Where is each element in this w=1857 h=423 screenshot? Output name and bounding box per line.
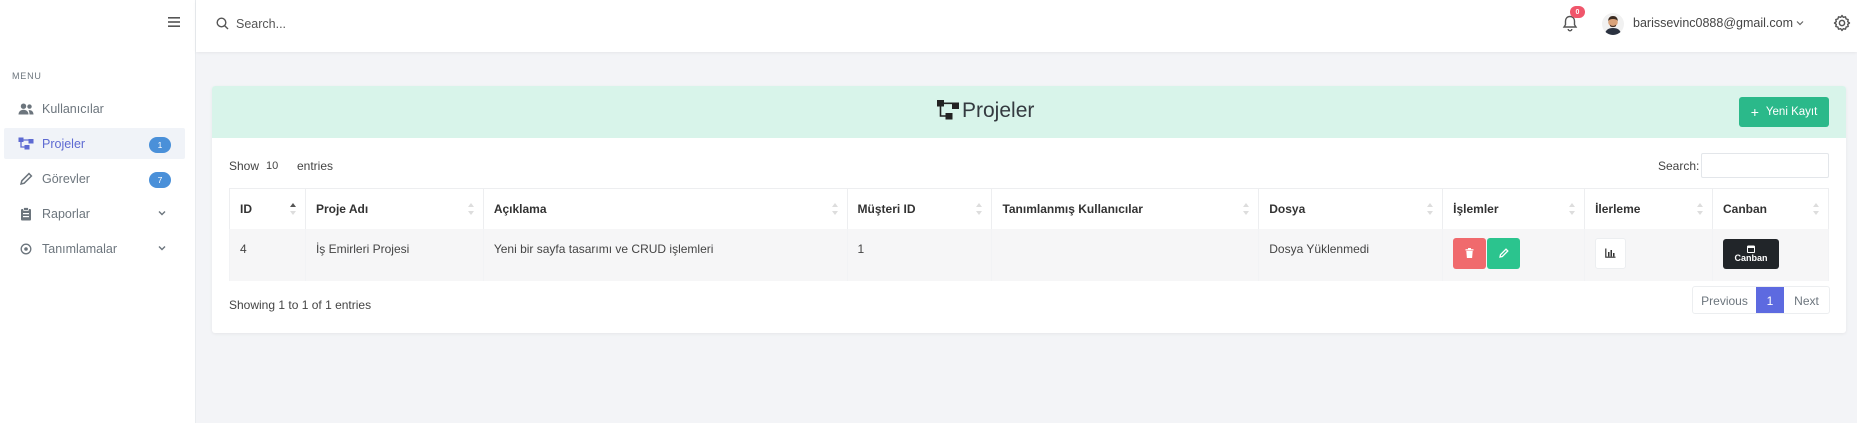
delete-button[interactable]: [1453, 237, 1487, 269]
plus-icon: +: [1750, 104, 1759, 120]
cell-assigned-users: [991, 228, 1260, 281]
table-row: 4 İş Emirleri Projesi Yeni bir sayfa tas…: [229, 228, 1830, 281]
cell-name: İş Emirleri Projesi: [304, 228, 484, 281]
sidebar-item-label: Raporlar: [42, 206, 90, 221]
page-title: Projeler: [962, 99, 1035, 122]
column-header-progress[interactable]: İlerleme: [1584, 188, 1713, 229]
hamburger-menu-icon[interactable]: [167, 15, 181, 29]
column-header-assigned-users[interactable]: Tanımlanmış Kullanıcılar: [991, 188, 1260, 229]
menu-title: MENU: [12, 71, 42, 81]
sidebar-item-projeler[interactable]: Projeler 1: [4, 128, 185, 159]
search-icon: [216, 17, 229, 30]
sitemap-icon: [937, 100, 959, 120]
sidebar-item-label: Projeler: [42, 136, 86, 151]
sidebar-item-gorevler[interactable]: Görevler 7: [4, 163, 185, 194]
cell-description: Yeni bir sayfa tasarımı ve CRUD işlemler…: [482, 228, 848, 281]
page-size-select[interactable]: 10: [260, 155, 292, 177]
sort-icon: [1427, 203, 1434, 215]
column-header-customer-id[interactable]: Müşteri ID: [846, 188, 993, 229]
column-header-id[interactable]: ID: [229, 188, 306, 229]
chevron-down-icon: [158, 211, 166, 216]
sort-icon: [976, 203, 983, 215]
previous-page-button[interactable]: Previous: [1693, 287, 1756, 313]
clipboard-icon: [18, 206, 34, 221]
next-page-button[interactable]: Next: [1784, 287, 1829, 313]
cell-canban: Canban: [1711, 228, 1830, 281]
cell-actions: [1442, 228, 1586, 281]
sort-icon: [467, 203, 474, 215]
chevron-down-icon[interactable]: [1796, 19, 1804, 27]
new-record-label: Yeni Kayıt: [1765, 106, 1818, 118]
sidebar-item-raporlar[interactable]: Raporlar: [4, 198, 185, 229]
sort-icon: [1696, 203, 1703, 215]
count-badge: 1: [149, 137, 171, 153]
card-header: Projeler + Yeni Kayıt: [212, 86, 1846, 138]
cell-customer-id: 1: [846, 228, 993, 281]
table-info: Showing 1 to 1 of 1 entries: [229, 298, 372, 312]
user-email[interactable]: barissevinc0888@gmail.com: [1633, 16, 1793, 30]
gear-icon[interactable]: [1833, 14, 1851, 32]
sidebar-item-label: Kullanıcılar: [42, 101, 104, 116]
column-header-canban[interactable]: Canban: [1711, 188, 1830, 229]
users-icon: [18, 102, 34, 116]
projects-table: ID Proje Adı Açıklama Müşteri ID Tanımla…: [229, 188, 1830, 281]
sidebar: MENU Kullanıcılar Projeler 1 Görevler 7 …: [0, 0, 196, 423]
entries-label: entries: [297, 159, 334, 173]
column-header-name[interactable]: Proje Adı: [304, 188, 484, 229]
column-header-actions[interactable]: İşlemler: [1442, 188, 1586, 229]
pencil-icon: [1498, 248, 1509, 258]
cell-file: Dosya Yüklenmedi: [1258, 228, 1444, 281]
table-header-row: ID Proje Adı Açıklama Müşteri ID Tanımla…: [229, 188, 1830, 229]
new-record-button[interactable]: + Yeni Kayıt: [1739, 97, 1829, 127]
page-1-button[interactable]: 1: [1756, 287, 1784, 313]
show-label: Show: [229, 159, 260, 173]
sort-icon: [1569, 203, 1576, 215]
pencil-icon: [18, 172, 34, 186]
table-search-label: Search:: [1658, 159, 1700, 173]
search-input[interactable]: [236, 14, 476, 34]
projects-card: Projeler + Yeni Kayıt Show 10 entries Se…: [212, 86, 1846, 333]
column-header-description[interactable]: Açıklama: [482, 188, 848, 229]
sidebar-item-label: Görevler: [42, 171, 90, 186]
trash-icon: [1465, 248, 1474, 258]
avatar[interactable]: [1602, 13, 1624, 35]
sort-icon: [1243, 203, 1250, 215]
edit-button[interactable]: [1487, 237, 1521, 269]
sidebar-item-label: Tanımlamalar: [42, 241, 118, 256]
sort-asc-icon: [289, 203, 296, 215]
calendar-icon: [1746, 245, 1755, 253]
sitemap-icon: [18, 137, 34, 151]
canban-button[interactable]: Canban: [1722, 238, 1779, 269]
cell-id: 4: [229, 228, 306, 281]
chevron-down-icon: [158, 246, 166, 251]
table-search-input[interactable]: [1701, 153, 1829, 178]
notification-badge: 0: [1570, 6, 1585, 18]
sort-icon: [1813, 203, 1819, 215]
pagination: Previous 1 Next: [1692, 286, 1830, 314]
sidebar-item-kullanicilar[interactable]: Kullanıcılar: [4, 93, 185, 124]
count-badge: 7: [149, 172, 171, 188]
progress-button[interactable]: [1595, 237, 1627, 269]
sidebar-item-tanimlamalar[interactable]: Tanımlamalar: [4, 233, 185, 264]
canban-label: Canban: [1734, 252, 1768, 263]
topbar: 0 barissevinc0888@gmail.com: [196, 0, 1857, 52]
cell-progress: [1584, 228, 1713, 281]
column-header-file[interactable]: Dosya: [1258, 188, 1444, 229]
bar-chart-icon: [1605, 248, 1616, 258]
location-icon: [18, 242, 34, 256]
sort-icon: [831, 203, 838, 215]
